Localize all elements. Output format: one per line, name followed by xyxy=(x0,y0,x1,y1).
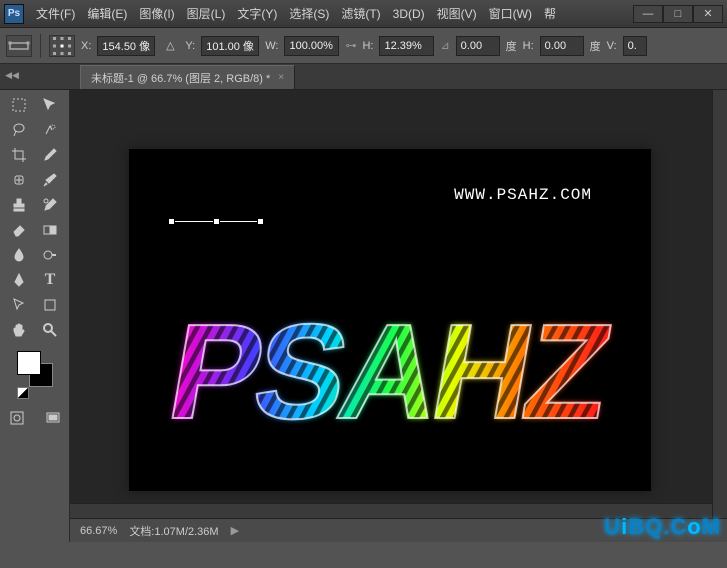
transform-handle-right[interactable] xyxy=(257,218,264,225)
skew-h-input[interactable] xyxy=(540,36,584,56)
watermark-text: UiBQ.CoM xyxy=(604,514,721,540)
hand-tool[interactable] xyxy=(5,319,33,341)
brush-tool[interactable] xyxy=(36,169,64,191)
w-label: W: xyxy=(265,40,278,52)
type-tool[interactable]: T xyxy=(36,269,64,291)
document-tab-title: 未标题-1 @ 66.7% (图层 2, RGB/8) * xyxy=(91,70,270,86)
menu-type[interactable]: 文字(Y) xyxy=(231,1,283,26)
pen-tool[interactable] xyxy=(5,269,33,291)
canvas-viewport[interactable]: WWW.PSAHZ.COM xyxy=(70,90,727,542)
gradient-tool[interactable] xyxy=(36,219,64,241)
vertical-scrollbar[interactable] xyxy=(712,90,727,518)
x-label: X: xyxy=(81,40,91,52)
window-controls: — □ ✕ xyxy=(633,5,723,23)
default-colors-icon[interactable] xyxy=(17,387,29,399)
status-doc-info[interactable]: 文档:1.07M/2.36M xyxy=(129,523,218,539)
transform-tool-icon[interactable] xyxy=(6,35,32,57)
h-input[interactable] xyxy=(379,36,434,56)
menu-3d[interactable]: 3D(D) xyxy=(387,3,431,25)
maximize-button[interactable]: □ xyxy=(663,5,693,23)
document-tab-close-icon[interactable]: × xyxy=(278,72,284,83)
canvas-url-text: WWW.PSAHZ.COM xyxy=(454,186,592,204)
shape-tool[interactable] xyxy=(36,294,64,316)
main-area: T WWW.PSAHZ.COM xyxy=(0,90,727,542)
marquee-tool[interactable] xyxy=(5,94,33,116)
status-play-icon[interactable]: ▶ xyxy=(231,524,239,537)
collapse-panels-icon[interactable]: ◀◀ xyxy=(4,70,20,86)
skew-v-input[interactable] xyxy=(623,36,647,56)
y-label: Y: xyxy=(185,40,195,52)
dodge-tool[interactable] xyxy=(36,244,64,266)
h-label: H: xyxy=(362,40,373,52)
menu-file[interactable]: 文件(F) xyxy=(30,1,81,26)
app-badge: Ps xyxy=(4,4,24,24)
menu-image[interactable]: 图像(I) xyxy=(133,1,180,26)
screen-mode-icons xyxy=(3,407,67,429)
quick-select-tool[interactable] xyxy=(36,119,64,141)
zoom-tool[interactable] xyxy=(36,319,64,341)
canvas-main-text: PSAHZ PSAHZ PSAHZ xyxy=(150,268,640,458)
healing-tool[interactable] xyxy=(5,169,33,191)
w-input[interactable] xyxy=(284,36,339,56)
delta-icon[interactable]: △ xyxy=(161,35,179,57)
h2-unit: 度 xyxy=(590,38,601,54)
move-tool[interactable] xyxy=(36,94,64,116)
v-label: V: xyxy=(607,40,617,52)
color-swatches[interactable] xyxy=(17,351,53,387)
y-input[interactable] xyxy=(201,36,259,56)
stamp-tool[interactable] xyxy=(5,194,33,216)
tools-panel: T xyxy=(0,90,70,542)
document-tab-bar: 未标题-1 @ 66.7% (图层 2, RGB/8) * × xyxy=(0,64,727,90)
quick-mask-icon[interactable] xyxy=(3,407,31,429)
foreground-color-swatch[interactable] xyxy=(17,351,41,375)
rotation-input[interactable] xyxy=(456,36,500,56)
path-select-tool[interactable] xyxy=(5,294,33,316)
menu-filter[interactable]: 滤镜(T) xyxy=(335,1,386,26)
eraser-tool[interactable] xyxy=(5,219,33,241)
screen-mode-icon[interactable] xyxy=(39,407,67,429)
x-input[interactable] xyxy=(97,36,155,56)
menu-layer[interactable]: 图层(L) xyxy=(181,1,232,26)
menu-help[interactable]: 帮 xyxy=(538,1,562,26)
transform-handle-left[interactable] xyxy=(168,218,175,225)
menu-window[interactable]: 窗口(W) xyxy=(483,1,538,26)
menu-view[interactable]: 视图(V) xyxy=(431,1,483,26)
zoom-level[interactable]: 66.67% xyxy=(80,525,117,537)
rotate-icon: ⊿ xyxy=(440,39,449,52)
history-brush-tool[interactable] xyxy=(36,194,64,216)
menu-edit[interactable]: 编辑(E) xyxy=(81,1,133,26)
link-icon[interactable]: ⊶ xyxy=(345,39,356,52)
close-button[interactable]: ✕ xyxy=(693,5,723,23)
document-tab[interactable]: 未标题-1 @ 66.7% (图层 2, RGB/8) * × xyxy=(80,65,295,89)
title-bar: Ps 文件(F) 编辑(E) 图像(I) 图层(L) 文字(Y) 选择(S) 滤… xyxy=(0,0,727,28)
document-canvas[interactable]: WWW.PSAHZ.COM xyxy=(130,150,650,490)
crop-tool[interactable] xyxy=(5,144,33,166)
eyedropper-tool[interactable] xyxy=(36,144,64,166)
options-bar: X: △ Y: W: ⊶ H: ⊿ 度 H: 度 V: xyxy=(0,28,727,64)
svg-text:PSAHZ: PSAHZ xyxy=(158,296,619,447)
rot-unit: 度 xyxy=(506,38,517,54)
menu-select[interactable]: 选择(S) xyxy=(283,1,335,26)
lasso-tool[interactable] xyxy=(5,119,33,141)
blur-tool[interactable] xyxy=(5,244,33,266)
transform-handle-center[interactable] xyxy=(213,218,220,225)
minimize-button[interactable]: — xyxy=(633,5,663,23)
reference-point-icon[interactable] xyxy=(49,35,75,57)
transform-bounding-box[interactable] xyxy=(168,218,264,228)
h2-label: H: xyxy=(523,40,534,52)
